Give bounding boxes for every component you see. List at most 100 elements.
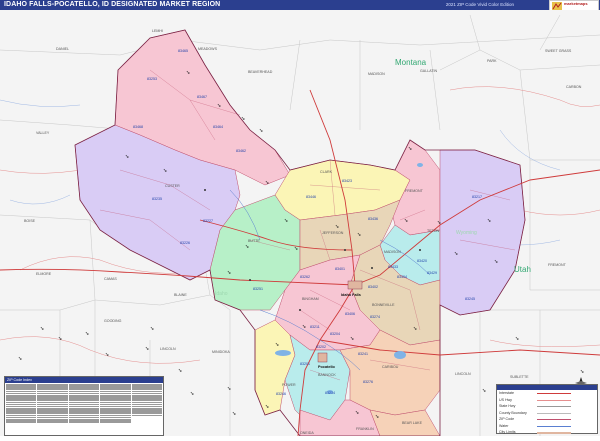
poi-arrow-icon: ➘ (241, 116, 245, 122)
county-label: ONEIDA (300, 431, 314, 435)
zip-label: 83201 (300, 362, 310, 366)
zip-index-entry (100, 421, 131, 423)
poi-arrow-icon: ➘ (232, 411, 236, 417)
zip-index-entry (37, 421, 68, 423)
poi-arrow-icon: ➘ (163, 168, 167, 174)
zip-label: 83276 (363, 380, 373, 384)
poi-arrow-icon: ➘ (494, 259, 498, 265)
legend-swatch (537, 412, 571, 414)
zip-label: 83245 (465, 297, 475, 301)
state-label-utah: Utah (514, 265, 531, 274)
poi-arrow-icon: ➘ (408, 146, 412, 152)
poi-arrow-icon: ➘ (227, 270, 231, 276)
zip-label: 83204 (330, 332, 340, 336)
county-label: LEMHI (152, 29, 163, 33)
poi-arrow-icon: ➘ (105, 352, 109, 358)
poi-arrow-icon: ➘ (145, 346, 149, 352)
zip-index-column (68, 384, 100, 423)
legend-swatch (537, 432, 571, 434)
poi-arrow-icon: ➘ (454, 251, 458, 257)
zip-label: 83404 (397, 275, 407, 279)
county-label: FRANKLIN (356, 427, 374, 431)
zip-label: 83420 (417, 259, 427, 263)
poi-arrow-icon: ➘ (259, 128, 263, 134)
zip-label: 83468 (133, 125, 143, 129)
zip-index-table: ZIP Code Index (4, 376, 164, 436)
poi-arrow-icon: ➘ (18, 356, 22, 362)
county-label: BLAINE (174, 293, 187, 297)
poi-arrow-icon: ➘ (265, 180, 269, 186)
city-label-idaho-falls: Idaho Falls (341, 293, 361, 297)
county-label: CARBON (566, 85, 582, 89)
zip-label: 83241 (358, 352, 368, 356)
zip-label: 83423 (342, 179, 352, 183)
county-label: VALLEY (36, 131, 50, 135)
map-canvas[interactable]: ➘ ➘ ➘ ➘ ➘ ➘ ➘ ➘ ➘ ➘ ➘ ➘ ➘ ➘ ➘ ➘ ➘ ➘ ➘ ➘ ➘ ➘ ➘ ➘ ➘ ➘ ➘ ➘ ➘ ➘ … (0, 10, 600, 437)
zip-label: 83217 (472, 195, 482, 199)
zip-label: 83433 (388, 265, 398, 269)
poi-arrow-icon: ➘ (357, 232, 361, 238)
svg-text:Wyoming: Wyoming (456, 230, 477, 236)
zip-label: 83467 (197, 95, 207, 99)
zip-label: 83406 (345, 312, 355, 316)
poi-arrow-icon: ➘ (335, 224, 339, 230)
zip-index-columns (5, 383, 163, 424)
legend-swatch (537, 425, 571, 427)
county-label: DANIEL (56, 47, 69, 51)
poi-arrow-icon: ➘ (217, 103, 221, 109)
logo-text: marketmaps (564, 1, 588, 6)
poi-arrow-icon: ➘ (487, 218, 491, 224)
zip-label: 83202 (316, 345, 326, 349)
map-title: IDAHO FALLS-POCATELLO, ID DESIGNATED MAR… (4, 1, 221, 8)
poi-arrow-icon: ➘ (284, 218, 288, 224)
legend-item-city: City Limits (497, 429, 597, 436)
zip-label: 83253 (147, 77, 157, 81)
poi-arrow-icon: ➘ (150, 326, 154, 332)
logo-icon (552, 2, 562, 10)
poi-arrow-icon: ➘ (294, 246, 298, 252)
county-label: MINIDOKA (212, 350, 230, 354)
poi-arrow-icon: ➘ (190, 391, 194, 397)
county-label: GALLATIN (420, 69, 438, 73)
county-label: BONNEVILLE (372, 303, 395, 307)
zip-label: 83402 (368, 285, 378, 289)
state-label-montana: Montana (395, 58, 427, 67)
zip-label: 83429 (427, 271, 437, 275)
county-label: CARIBOU (382, 365, 399, 369)
county-label: BEAR LAKE (402, 421, 423, 425)
zip-index-column (6, 384, 37, 423)
county-label: BOISE (24, 219, 36, 223)
zip-label: 83235 (152, 197, 162, 201)
county-label: BEAVERHEAD (248, 70, 273, 74)
county-label: ELMORE (36, 272, 52, 276)
county-label: SWEET GRASS (545, 49, 572, 53)
poi-arrow-icon: ➘ (355, 410, 359, 416)
poi-arrow-icon: ➘ (58, 336, 62, 342)
zip-label: 83465 (178, 49, 188, 53)
zip-index-column (100, 384, 131, 423)
poi-arrow-icon: ➘ (40, 326, 44, 332)
county-label: JEFFERSON (322, 231, 344, 235)
county-label: MADISON (384, 250, 401, 254)
county-label: PARK (487, 59, 497, 63)
zip-index-column (37, 384, 68, 423)
county-label: CUSTER (165, 184, 180, 188)
poi-arrow-icon: ➘ (178, 368, 182, 374)
poi-arrow-icon: ➘ (302, 324, 306, 330)
poi-arrow-icon: ➘ (413, 326, 417, 332)
county-label: GOODING (104, 319, 122, 323)
svg-text:Idaho: Idaho (215, 291, 228, 297)
zip-label: 83251 (253, 287, 263, 291)
county-label: MADISON (368, 72, 385, 76)
map-frame: IDAHO FALLS-POCATELLO, ID DESIGNATED MAR… (0, 0, 600, 437)
poi-arrow-icon: ➘ (227, 386, 231, 392)
map-legend: Interstate US Hwy State Hwy County Bound… (496, 384, 598, 434)
county-label: POWER (282, 383, 296, 387)
poi-arrow-icon: ➘ (125, 154, 129, 160)
poi-arrow-icon: ➘ (375, 414, 379, 420)
zip-label: 83227 (203, 219, 213, 223)
poi-arrow-icon: ➘ (245, 244, 249, 250)
zip-label: 83226 (180, 241, 190, 245)
zip-index-entry (68, 421, 100, 423)
county-label: BANNOCK (318, 373, 336, 377)
